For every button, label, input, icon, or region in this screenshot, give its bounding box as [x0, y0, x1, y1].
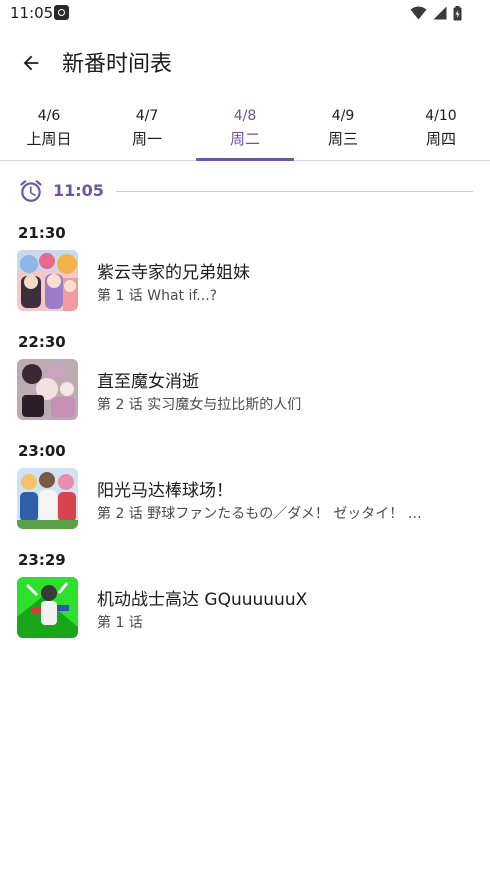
status-bar: 11:05 [0, 0, 490, 28]
tab-day: 上周日 [26, 130, 72, 148]
anime-title: 紫云寺家的兄弟姐妹 [97, 263, 250, 283]
tab-4-7[interactable]: 4/7 周一 [98, 104, 196, 160]
status-time: 11:05 [10, 4, 54, 22]
anime-cover-image [17, 250, 78, 311]
top-app-bar: 新番时间表 [0, 34, 490, 90]
tab-4-6[interactable]: 4/6 上周日 [0, 104, 98, 160]
current-time: 11:05 [53, 181, 104, 200]
tab-4-10[interactable]: 4/10 周四 [392, 104, 490, 160]
episode-info: 第 1 话 [97, 615, 143, 631]
tab-day: 周二 [229, 130, 260, 148]
schedule-item[interactable]: 直至魔女消逝 第 2 话 实习魔女与拉比斯的人们 [0, 359, 490, 421]
alarm-clock-icon [20, 180, 42, 202]
anime-title: 直至魔女消逝 [97, 372, 199, 392]
anime-title: 阳光马达棒球场！ [97, 481, 233, 501]
signal-icon [433, 6, 447, 20]
slot-time: 21:30 [18, 224, 66, 242]
tab-4-8[interactable]: 4/8 周二 [196, 104, 294, 161]
page-title: 新番时间表 [62, 52, 173, 77]
back-button[interactable] [16, 48, 46, 78]
arrow-back-icon [23, 55, 39, 71]
tab-day: 周一 [131, 130, 162, 148]
anime-title: 机动战士高达 GQuuuuuuX [97, 590, 308, 610]
slot-time: 23:29 [18, 551, 66, 569]
wifi-icon [410, 6, 427, 20]
tab-4-9[interactable]: 4/9 周三 [294, 104, 392, 160]
tab-date: 4/7 [135, 108, 159, 124]
episode-info: 第 2 话 实习魔女与拉比斯的人们 [97, 397, 302, 413]
day-tabs: 4/6 上周日 4/7 周一 4/8 周二 4/9 周三 4/10 周四 [0, 104, 490, 161]
tab-date: 4/8 [233, 108, 257, 124]
schedule-item[interactable]: 紫云寺家的兄弟姐妹 第 1 话 What if...? [0, 250, 490, 312]
tab-day: 周三 [327, 130, 358, 148]
tab-date: 4/6 [37, 108, 61, 124]
active-tab-indicator [196, 158, 294, 161]
tab-date: 4/9 [331, 108, 355, 124]
battery-charging-icon [453, 5, 462, 20]
episode-info: 第 1 话 What if...? [97, 288, 218, 304]
status-icons [410, 4, 462, 22]
anime-cover-image [17, 359, 78, 420]
app-notification-icon [54, 5, 69, 20]
schedule-item[interactable]: 机动战士高达 GQuuuuuuX 第 1 话 [0, 577, 490, 639]
slot-time: 23:00 [18, 442, 66, 460]
tab-day: 周四 [425, 130, 456, 148]
episode-info: 第 2 话 野球ファンたるもの／ダメ！ ゼッタイ！ … [97, 506, 422, 522]
schedule-item[interactable]: 阳光马达棒球场！ 第 2 话 野球ファンたるもの／ダメ！ ゼッタイ！ … [0, 468, 490, 530]
slot-time: 22:30 [18, 333, 66, 351]
anime-cover-image [17, 577, 78, 638]
tab-date: 4/10 [425, 108, 457, 124]
anime-cover-image [17, 468, 78, 529]
current-time-line [116, 191, 473, 192]
current-time-indicator: 11:05 [18, 178, 473, 206]
